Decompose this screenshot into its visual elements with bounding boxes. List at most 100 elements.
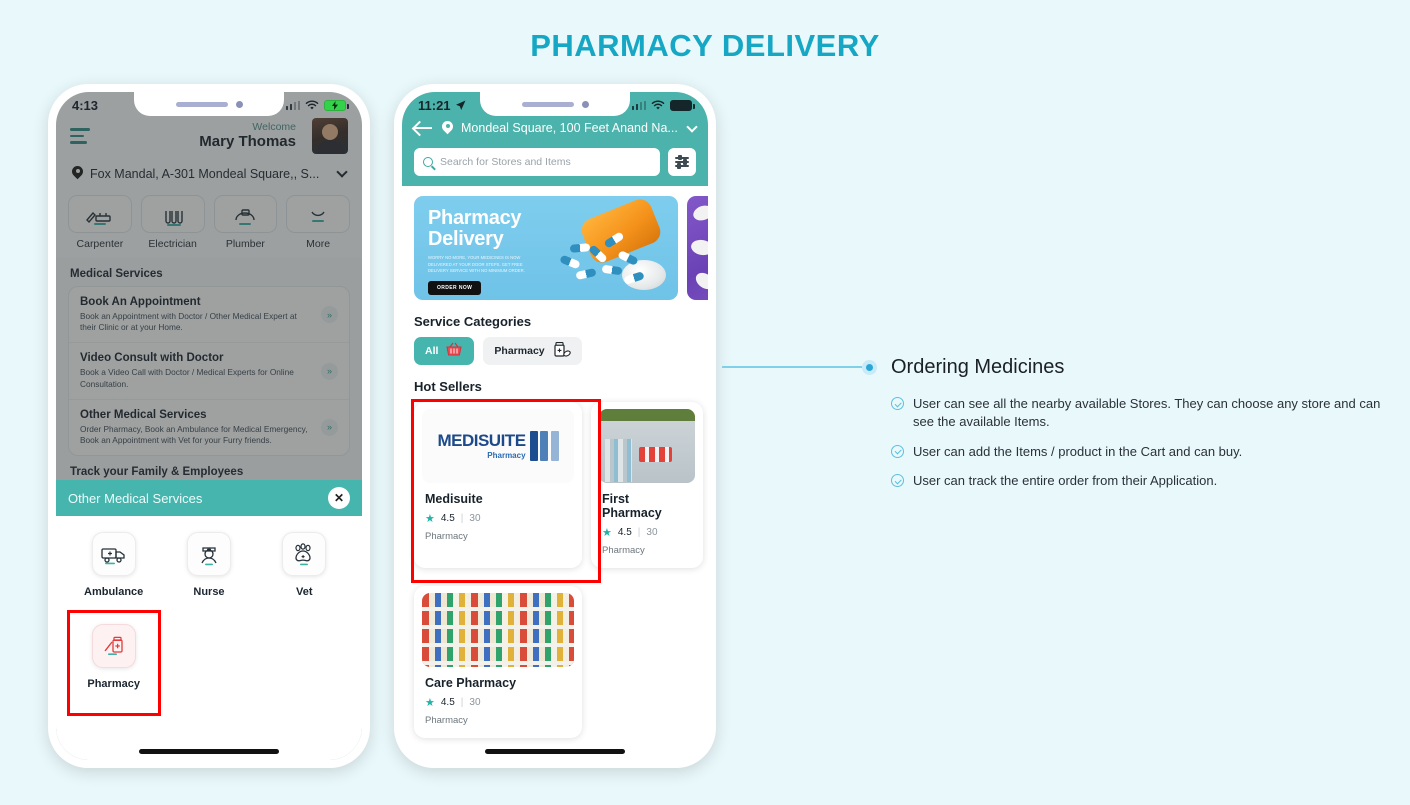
sheet-item-pharmacy[interactable]: Pharmacy [66, 610, 161, 716]
nurse-icon [186, 532, 231, 576]
medical-item-subtitle: Book a Video Call with Doctor / Medical … [80, 367, 294, 389]
store-rating: ★ 4.5 | 30 [425, 696, 571, 709]
medical-item-title: Video Consult with Doctor [80, 352, 224, 365]
pill-bottle-illustration [552, 196, 672, 296]
pharmacy-bottle-icon [552, 341, 571, 362]
search-row: Search for Stores and Items [414, 148, 696, 176]
logo-sub-text: Pharmacy [487, 451, 526, 460]
medical-item-book-appointment[interactable]: Book An Appointment Book an Appointment … [69, 287, 349, 344]
ambulance-icon [91, 532, 136, 576]
rating-separator: | [460, 697, 464, 708]
store-photo-care-pharmacy [422, 593, 574, 667]
category-chip-pharmacy[interactable]: Pharmacy [483, 337, 582, 365]
chevron-right-icon: » [321, 306, 338, 324]
user-avatar[interactable] [312, 118, 348, 154]
service-label: Plumber [225, 238, 265, 250]
annotation-bullet-text: User can add the Items / product in the … [913, 443, 1243, 459]
address-selector[interactable]: Fox Mandal, A-301 Mondeal Square,, S... [70, 166, 348, 181]
service-shortcut-carpenter[interactable]: Carpenter [68, 195, 132, 250]
list-item: User can add the Items / product in the … [891, 443, 1381, 461]
medical-services-title: Medical Services [70, 268, 163, 280]
front-camera [235, 100, 243, 108]
sheet-item-label: Pharmacy [87, 678, 140, 690]
earpiece-speaker [175, 101, 228, 107]
annotation-bullet-text: User can see all the nearby available St… [913, 396, 1381, 430]
medical-services-card: Book An Appointment Book an Appointment … [68, 286, 350, 457]
store-name: First Pharmacy [602, 492, 662, 520]
sheet-item-nurse[interactable]: Nurse [161, 532, 256, 598]
service-shortcut-plumber[interactable]: Plumber [213, 195, 278, 250]
pharmacy-icon [91, 624, 136, 668]
back-arrow-icon[interactable] [414, 120, 434, 136]
order-now-button[interactable]: ORDER NOW [428, 280, 482, 295]
banner-subtitle: WORRY NO MORE, YOUR MEDICINES IS NOW DEL… [428, 255, 525, 273]
service-label: Electrician [148, 238, 197, 250]
medical-item-other-services[interactable]: Other Medical Services Order Pharmacy, B… [69, 400, 349, 455]
check-circle-icon [891, 444, 904, 458]
sheet-item-ambulance[interactable]: Ambulance [66, 532, 161, 598]
chevron-right-icon: » [321, 362, 338, 380]
sheet-item-vet[interactable]: Vet [257, 532, 352, 598]
service-shortcut-row: Carpenter Electrician Plumber More [56, 191, 362, 258]
banner-title-line2: Delivery [428, 228, 504, 250]
carpenter-icon [68, 195, 132, 233]
service-shortcut-electrician[interactable]: Electrician [140, 195, 205, 250]
search-placeholder: Search for Stores and Items [440, 156, 571, 168]
annotation-title: Ordering Medicines [891, 356, 1065, 378]
home-indicator [139, 749, 279, 754]
rating-count: 30 [469, 697, 481, 708]
medical-item-video-consult[interactable]: Video Consult with Doctor Book a Video C… [69, 343, 349, 400]
chevron-right-icon: » [321, 418, 338, 436]
phone2-notch [480, 92, 630, 116]
hamburger-menu-icon[interactable] [70, 128, 92, 144]
category-chip-all[interactable]: All [414, 337, 475, 365]
promo-banner-pharmacy-delivery[interactable]: Pharmacy Delivery WORRY NO MORE, YOUR ME… [414, 196, 678, 300]
promo-banner-secondary[interactable] [687, 196, 708, 300]
close-icon[interactable]: ✕ [328, 487, 350, 509]
store-card-first-pharmacy[interactable]: First Pharmacy ★ 4.5 | 30 Pharmacy [591, 402, 703, 568]
phone2-screen: 11:21 Mondeal Square, 100 Feet Anand Na.… [402, 92, 708, 760]
medical-item-subtitle: Order Pharmacy, Book an Ambulance for Me… [80, 423, 308, 445]
navigation-arrow-icon [455, 100, 466, 110]
medical-item-title: Other Medical Services [80, 408, 207, 421]
store-card-row-1: MEDISUITE Pharmacy Medisuite ★ 4.5 | 30 [402, 399, 708, 583]
star-icon: ★ [425, 697, 435, 709]
store-card-medisuite[interactable]: MEDISUITE Pharmacy Medisuite ★ 4.5 | 30 [414, 402, 582, 568]
chip-label: All [425, 345, 439, 357]
sheet-item-label: Nurse [193, 586, 225, 598]
annotation-panel: Ordering Medicines User can see all the … [891, 356, 1381, 502]
service-categories-title: Service Categories [414, 314, 532, 329]
list-item: User can track the entire order from the… [891, 472, 1381, 490]
store-logo-medisuite: MEDISUITE Pharmacy [422, 409, 574, 483]
category-chip-row: All Pharmacy [402, 337, 708, 365]
welcome-block: Welcome Mary Thomas [199, 121, 296, 150]
check-circle-icon [891, 397, 904, 410]
rating-count: 30 [469, 513, 481, 524]
sheet-item-label: Vet [296, 586, 313, 598]
store-rating: ★ 4.5 | 30 [425, 512, 571, 525]
sheet-header: Other Medical Services ✕ [56, 480, 362, 516]
store-category: Pharmacy [602, 545, 645, 556]
page-title: PHARMACY DELIVERY [530, 28, 880, 63]
logo-main-text: MEDISUITE [437, 431, 526, 450]
sheet-service-grid: Ambulance Nurse Vet Pharmacy [56, 516, 362, 716]
location-pin-icon [72, 166, 83, 181]
user-name: Mary Thomas [199, 133, 296, 151]
rating-count: 30 [646, 527, 658, 538]
phone2-app-content: 11:21 Mondeal Square, 100 Feet Anand Na.… [402, 92, 708, 760]
logo-bars-icon [529, 431, 559, 461]
store-photo-first-pharmacy [599, 409, 695, 483]
filter-sliders-icon[interactable] [668, 148, 696, 176]
search-input[interactable]: Search for Stores and Items [414, 148, 660, 176]
service-shortcut-more[interactable]: More [286, 195, 350, 250]
bullet-dot-icon [862, 360, 877, 375]
address-text[interactable]: Mondeal Square, 100 Feet Anand Na... [461, 121, 680, 135]
star-icon: ★ [602, 527, 612, 539]
phone-mockup-store-list: 11:21 Mondeal Square, 100 Feet Anand Na.… [394, 84, 716, 768]
battery-charging-icon [324, 99, 349, 111]
store-card-care-pharmacy[interactable]: Care Pharmacy ★ 4.5 | 30 Pharmacy [414, 586, 582, 738]
chevron-down-icon[interactable] [686, 120, 698, 133]
annotation-bullet-list: User can see all the nearby available St… [891, 395, 1381, 491]
welcome-label: Welcome [252, 121, 296, 134]
hot-sellers-title: Hot Sellers [414, 379, 482, 394]
